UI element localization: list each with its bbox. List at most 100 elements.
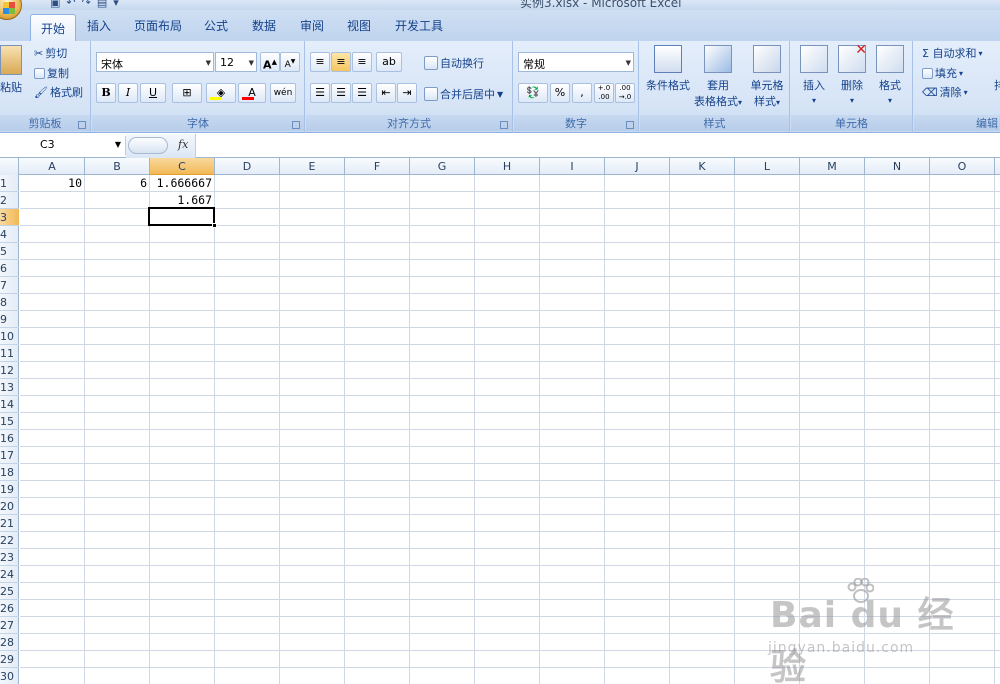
bold-button[interactable]: B [96,83,116,103]
tab-view[interactable]: 视图 [347,17,371,34]
row-header-15[interactable]: 15 [0,413,19,430]
tab-formulas[interactable]: 公式 [204,17,228,34]
row-header-10[interactable]: 10 [0,328,19,345]
active-cell-selection[interactable] [148,207,217,228]
print-preview-icon[interactable]: ▤ [97,0,107,9]
row-header-2[interactable]: 2 [0,192,19,209]
row-header-22[interactable]: 22 [0,532,19,549]
tab-data[interactable]: 数据 [252,17,276,34]
column-header-k[interactable]: K [670,158,735,175]
cell-styles-button[interactable]: 单元格 样式▾ [746,45,788,109]
align-middle-button[interactable]: ≡ [331,52,351,72]
row-header-23[interactable]: 23 [0,549,19,566]
number-format-select[interactable]: 常规 ▼ [518,52,634,72]
redo-icon[interactable]: ↷ [82,0,91,9]
row-header-16[interactable]: 16 [0,430,19,447]
row-header-28[interactable]: 28 [0,634,19,651]
font-launcher-icon[interactable] [292,121,300,129]
font-color-button[interactable]: A [238,83,266,103]
row-header-18[interactable]: 18 [0,464,19,481]
column-header-c[interactable]: C [150,158,215,175]
select-all-corner[interactable] [0,158,19,175]
cut-button[interactable]: ✂ 剪切 [34,45,67,61]
column-header-d[interactable]: D [215,158,280,175]
name-box[interactable]: C3 ▼ [0,136,126,155]
column-header-h[interactable]: H [475,158,540,175]
autosum-button[interactable]: Σ 自动求和 ▾ [922,45,982,61]
borders-button[interactable]: ⊞ [172,83,202,103]
font-size-select[interactable]: 12 ▼ [215,52,257,72]
column-header-g[interactable]: G [410,158,475,175]
formula-cancel-enter-oval[interactable] [128,137,168,154]
save-icon[interactable]: ▣ [50,0,60,9]
shrink-font-button[interactable]: A▼ [280,52,300,72]
row-header-20[interactable]: 20 [0,498,19,515]
tab-review[interactable]: 审阅 [300,17,324,34]
paste-button[interactable]: 粘贴 [0,45,26,95]
row-header-7[interactable]: 7 [0,277,19,294]
column-header-m[interactable]: M [800,158,865,175]
row-header-14[interactable]: 14 [0,396,19,413]
grow-font-button[interactable]: A▲ [260,52,280,72]
row-header-12[interactable]: 12 [0,362,19,379]
cell-c1[interactable]: 1.666667 [150,175,215,192]
alignment-launcher-icon[interactable] [500,121,508,129]
tab-developer[interactable]: 开发工具 [395,17,443,34]
merge-center-button[interactable]: 合并后居中 ▼ [424,86,503,102]
fill-handle[interactable] [212,223,217,228]
align-center-button[interactable]: ☰ [331,83,351,103]
row-header-1[interactable]: 1 [0,175,19,192]
format-painter-button[interactable]: 🖌 格式刷 [34,84,83,100]
row-header-11[interactable]: 11 [0,345,19,362]
increase-decimal-button[interactable]: +.0.00 [594,83,614,103]
clear-button[interactable]: ⌫ 清除 ▾ [922,84,968,100]
column-header-i[interactable]: I [540,158,605,175]
column-header-l[interactable]: L [735,158,800,175]
column-header-f[interactable]: F [345,158,410,175]
accounting-format-button[interactable]: 💱 [518,83,548,103]
row-header-19[interactable]: 19 [0,481,19,498]
row-header-25[interactable]: 25 [0,583,19,600]
cell-b1[interactable]: 6 [85,175,150,192]
number-launcher-icon[interactable] [626,121,634,129]
decrease-decimal-button[interactable]: .00 →.0 [615,83,635,103]
row-header-5[interactable]: 5 [0,243,19,260]
column-header-n[interactable]: N [865,158,930,175]
clipboard-launcher-icon[interactable] [78,121,86,129]
row-header-26[interactable]: 26 [0,600,19,617]
tab-page-layout[interactable]: 页面布局 [134,17,182,34]
undo-icon[interactable]: ↶ [66,0,75,9]
fill-button[interactable]: 填充 ▾ [922,65,963,81]
column-header-e[interactable]: E [280,158,345,175]
row-header-30[interactable]: 30 [0,668,19,684]
fill-color-button[interactable]: ◈ [206,83,236,103]
row-header-17[interactable]: 17 [0,447,19,464]
increase-indent-button[interactable]: ⇥ [397,83,417,103]
column-header-a[interactable]: A [20,158,85,175]
row-header-21[interactable]: 21 [0,515,19,532]
wrap-text-button[interactable]: 自动换行 [424,55,484,71]
row-header-9[interactable]: 9 [0,311,19,328]
align-top-button[interactable]: ≡ [310,52,330,72]
copy-button[interactable]: 复制 [34,65,69,81]
sort-filter-button[interactable]: 排 [994,77,1000,93]
phonetic-button[interactable]: wén [270,83,296,103]
orientation-button[interactable]: ab [376,52,402,72]
decrease-indent-button[interactable]: ⇤ [376,83,396,103]
format-as-table-button[interactable]: 套用 表格格式▾ [693,45,743,109]
row-header-13[interactable]: 13 [0,379,19,396]
percent-button[interactable]: % [550,83,570,103]
format-cells-button[interactable]: 格式 ▾ [871,45,909,106]
font-name-select[interactable]: 宋体 ▼ [96,52,214,72]
align-left-button[interactable]: ☰ [310,83,330,103]
insert-cells-button[interactable]: 插入 ▾ [795,45,833,106]
align-right-button[interactable]: ☰ [352,83,372,103]
row-header-8[interactable]: 8 [0,294,19,311]
row-header-27[interactable]: 27 [0,617,19,634]
italic-button[interactable]: I [118,83,138,103]
chevron-down-icon[interactable]: ▼ [115,140,121,149]
tab-insert[interactable]: 插入 [87,17,111,34]
align-bottom-button[interactable]: ≡ [352,52,372,72]
delete-cells-button[interactable]: ✕ 删除 ▾ [833,42,871,106]
row-header-6[interactable]: 6 [0,260,19,277]
